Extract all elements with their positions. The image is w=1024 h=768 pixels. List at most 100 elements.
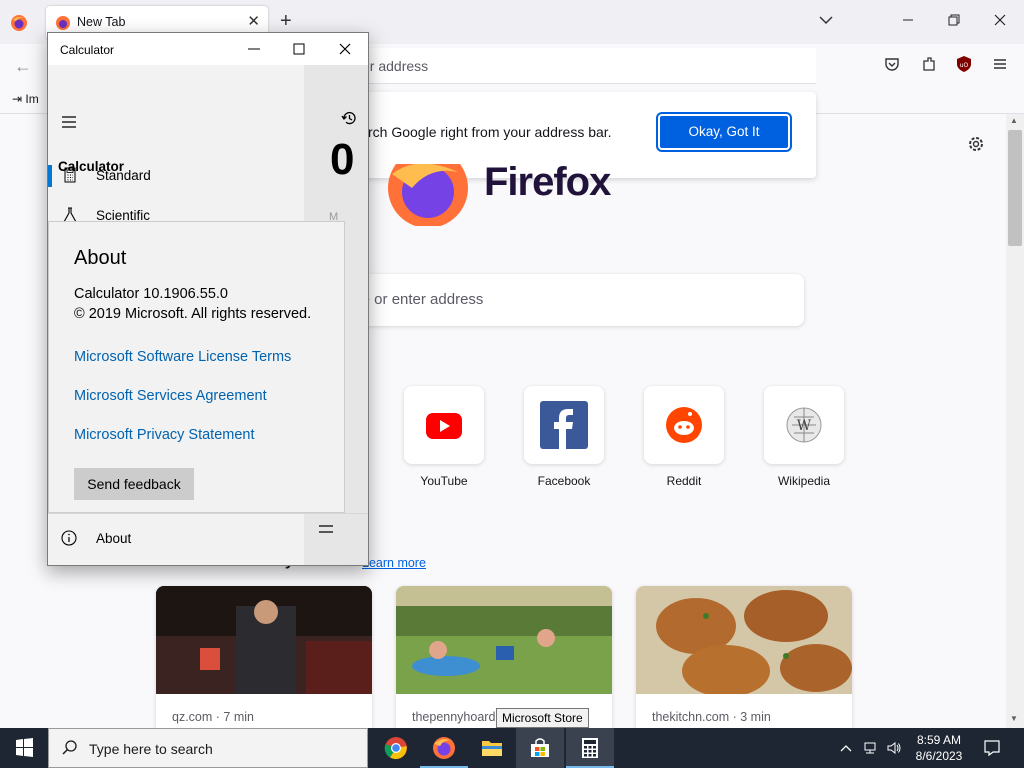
popup-message: rch Google right from your address bar. bbox=[368, 124, 612, 140]
scroll-down-icon[interactable]: ▼ bbox=[1010, 714, 1018, 723]
services-agreement-link[interactable]: Microsoft Services Agreement bbox=[74, 388, 267, 404]
taskbar-tooltip: Microsoft Store bbox=[496, 708, 589, 728]
privacy-statement-link[interactable]: Microsoft Privacy Statement bbox=[74, 427, 255, 443]
address-bar[interactable]: er address bbox=[352, 48, 816, 84]
top-site-tile[interactable]: W bbox=[764, 386, 844, 464]
okay-got-it-button[interactable]: Okay, Got It bbox=[656, 112, 792, 152]
equals-icon bbox=[319, 525, 333, 533]
about-version: Calculator 10.1906.55.0 bbox=[74, 286, 228, 302]
svg-text:uO: uO bbox=[960, 62, 969, 69]
calculator-icon bbox=[64, 167, 76, 183]
reddit-icon bbox=[666, 407, 702, 443]
story-image bbox=[156, 586, 372, 694]
selected-indicator bbox=[48, 165, 52, 187]
chevron-up-icon[interactable] bbox=[838, 740, 854, 756]
firefox-view-icon[interactable] bbox=[10, 14, 28, 32]
send-feedback-button[interactable]: Send feedback bbox=[74, 468, 194, 500]
back-arrow-icon[interactable]: ← bbox=[14, 56, 32, 77]
pocket-icon[interactable] bbox=[883, 55, 901, 73]
maximize-icon[interactable] bbox=[291, 41, 307, 57]
nav-item-label: About bbox=[96, 531, 132, 546]
taskbar-microsoft-store[interactable] bbox=[516, 728, 564, 768]
firefox-favicon-icon bbox=[56, 16, 70, 30]
taskbar-file-explorer[interactable] bbox=[468, 728, 516, 768]
calculator-result-display: 0 bbox=[330, 135, 355, 184]
network-icon[interactable] bbox=[862, 740, 878, 756]
calculator-window: Calculator Calculator Standard Scientifi… bbox=[47, 32, 369, 566]
import-bookmarks-label: Im bbox=[25, 92, 39, 106]
about-copyright: © 2019 Microsoft. All rights reserved. bbox=[74, 306, 312, 322]
chevron-down-icon[interactable] bbox=[818, 12, 834, 28]
taskbar-clock[interactable]: 8:59 AM 8/6/2023 bbox=[904, 732, 974, 764]
notification-icon[interactable] bbox=[982, 738, 1002, 758]
svg-text:W: W bbox=[797, 418, 812, 434]
folder-icon bbox=[482, 741, 502, 756]
calculator-divider bbox=[48, 513, 368, 514]
taskbar-search-placeholder: Type here to search bbox=[89, 741, 213, 757]
taskbar-calculator[interactable] bbox=[566, 728, 614, 768]
top-site-tile[interactable] bbox=[644, 386, 724, 464]
import-icon: ⇥ bbox=[12, 92, 26, 106]
microsoft-store-icon bbox=[531, 738, 549, 757]
top-site-reddit[interactable]: Reddit bbox=[644, 386, 724, 488]
tab-title: New Tab bbox=[77, 15, 126, 29]
story-image bbox=[396, 586, 612, 694]
nav-item-about[interactable]: About bbox=[48, 521, 304, 561]
windows-start-icon[interactable] bbox=[0, 728, 48, 768]
calculator-icon bbox=[582, 738, 598, 758]
story-image bbox=[636, 586, 852, 697]
info-icon bbox=[61, 530, 77, 546]
story-source: qz.com · 7 min bbox=[172, 710, 254, 724]
learn-more-link[interactable]: Learn more bbox=[362, 556, 426, 570]
story-card[interactable]: thekitchn.com · 3 min bbox=[636, 586, 852, 736]
scrollbar-thumb[interactable] bbox=[1008, 130, 1022, 246]
newtab-search-placeholder: gle or enter address bbox=[350, 291, 484, 308]
top-site-label: YouTube bbox=[420, 474, 468, 488]
tab-close-icon[interactable]: ✕ bbox=[247, 13, 260, 31]
top-site-facebook[interactable]: Facebook bbox=[524, 386, 604, 488]
story-card[interactable]: qz.com · 7 min bbox=[156, 586, 372, 736]
facebook-icon bbox=[540, 401, 588, 449]
minimize-icon[interactable] bbox=[246, 41, 262, 57]
restore-icon[interactable] bbox=[944, 10, 964, 30]
extensions-icon[interactable] bbox=[920, 55, 938, 73]
address-bar-placeholder: er address bbox=[362, 58, 429, 74]
taskbar-chrome[interactable] bbox=[372, 728, 420, 768]
history-icon[interactable] bbox=[340, 109, 358, 127]
taskbar-search-box[interactable]: Type here to search bbox=[48, 728, 368, 768]
youtube-icon bbox=[426, 413, 462, 439]
new-tab-button[interactable]: + bbox=[280, 10, 292, 32]
top-site-youtube[interactable]: YouTube bbox=[404, 386, 484, 488]
ublock-shield-icon[interactable]: uO bbox=[955, 55, 973, 73]
top-site-label: Reddit bbox=[666, 474, 702, 488]
nav-item-label: Standard bbox=[96, 168, 151, 183]
close-window-icon[interactable] bbox=[990, 10, 1010, 30]
clock-time: 8:59 AM bbox=[916, 733, 962, 747]
chrome-icon bbox=[384, 737, 407, 760]
clock-date: 8/6/2023 bbox=[915, 749, 963, 763]
nav-item-standard[interactable]: Standard bbox=[48, 155, 304, 195]
calculator-window-title: Calculator bbox=[60, 43, 115, 57]
calculator-titlebar[interactable]: Calculator bbox=[48, 33, 368, 65]
story-source: thepennyhoarder bbox=[412, 710, 507, 724]
minimize-icon[interactable] bbox=[898, 10, 918, 30]
gear-icon[interactable] bbox=[966, 134, 986, 154]
top-site-tile[interactable] bbox=[404, 386, 484, 464]
scroll-up-icon[interactable]: ▲ bbox=[1010, 116, 1018, 125]
top-site-wikipedia[interactable]: W Wikipedia bbox=[764, 386, 844, 488]
wikipedia-globe-icon: W bbox=[786, 407, 822, 443]
top-site-tile[interactable] bbox=[524, 386, 604, 464]
hamburger-menu-icon[interactable] bbox=[991, 55, 1009, 73]
newtab-search-box[interactable]: gle or enter address bbox=[336, 274, 804, 326]
volume-icon[interactable] bbox=[886, 740, 902, 756]
about-heading: About bbox=[74, 247, 127, 269]
hamburger-menu-icon[interactable] bbox=[61, 115, 77, 129]
about-flyout: About Calculator 10.1906.55.0 © 2019 Mic… bbox=[48, 221, 345, 513]
close-icon[interactable] bbox=[337, 41, 353, 57]
firefox-wordmark: Firefox bbox=[484, 160, 611, 204]
top-site-label: Wikipedia bbox=[777, 474, 831, 488]
license-terms-link[interactable]: Microsoft Software License Terms bbox=[74, 349, 291, 365]
import-bookmarks-link[interactable]: ⇥ Im bbox=[12, 92, 39, 106]
taskbar-firefox[interactable] bbox=[420, 728, 468, 768]
search-icon bbox=[62, 740, 77, 755]
